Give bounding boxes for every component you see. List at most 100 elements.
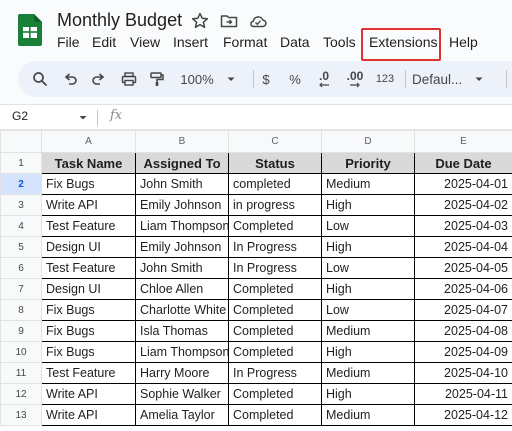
cell-priority[interactable]: Medium bbox=[321, 404, 415, 426]
cell-task[interactable]: Write API bbox=[41, 404, 136, 426]
cell-status[interactable]: Completed bbox=[228, 383, 322, 405]
cell-priority[interactable]: High bbox=[321, 278, 415, 300]
cell-priority[interactable]: Medium bbox=[321, 362, 415, 384]
cell-due-date[interactable]: 2025-04-01 bbox=[414, 173, 512, 195]
font-select[interactable]: Defaul... bbox=[412, 61, 492, 97]
cell-status[interactable]: In Progress bbox=[228, 362, 322, 384]
search-menus-icon[interactable] bbox=[28, 61, 52, 97]
cell-priority[interactable]: Medium bbox=[321, 173, 415, 195]
cell-assignee[interactable]: Chloe Allen bbox=[135, 278, 229, 300]
cell-due-date[interactable]: 2025-04-05 bbox=[414, 257, 512, 279]
cell-status[interactable]: in progress bbox=[228, 194, 322, 216]
row-header[interactable]: 2 bbox=[0, 173, 42, 195]
row-header[interactable]: 3 bbox=[0, 194, 42, 216]
cell-status[interactable]: Completed bbox=[228, 404, 322, 426]
row-header[interactable]: 9 bbox=[0, 320, 42, 342]
cell-due-date[interactable]: 2025-04-09 bbox=[414, 341, 512, 363]
cell-task[interactable]: Write API bbox=[41, 383, 136, 405]
column-header-c[interactable]: C bbox=[228, 130, 322, 153]
cell-task[interactable]: Write API bbox=[41, 194, 136, 216]
menu-file[interactable]: File bbox=[57, 34, 80, 50]
cell-assignee[interactable]: Liam Thompson bbox=[135, 341, 229, 363]
increase-decimal-button[interactable]: .00 bbox=[341, 61, 369, 97]
row-header[interactable]: 8 bbox=[0, 299, 42, 321]
menu-help[interactable]: Help bbox=[449, 34, 478, 50]
cell-assignee[interactable]: Charlotte White bbox=[135, 299, 229, 321]
cell-assignee[interactable]: John Smith bbox=[135, 173, 229, 195]
redo-icon[interactable] bbox=[87, 61, 111, 97]
cell-task[interactable]: Fix Bugs bbox=[41, 341, 136, 363]
menu-format[interactable]: Format bbox=[223, 34, 267, 50]
cell-due-date[interactable]: 2025-04-02 bbox=[414, 194, 512, 216]
cell-assignee[interactable]: Emily Johnson bbox=[135, 194, 229, 216]
undo-icon[interactable] bbox=[58, 61, 82, 97]
decrease-decimal-button[interactable]: .0 bbox=[313, 61, 335, 97]
cell-assignee[interactable]: Isla Thomas bbox=[135, 320, 229, 342]
name-box[interactable]: G2 bbox=[12, 109, 28, 123]
cell-task[interactable]: Test Feature bbox=[41, 362, 136, 384]
print-icon[interactable] bbox=[117, 61, 141, 97]
row-header[interactable]: 7 bbox=[0, 278, 42, 300]
row-header[interactable]: 11 bbox=[0, 362, 42, 384]
cell-assignee[interactable]: Sophie Walker bbox=[135, 383, 229, 405]
row-header[interactable]: 5 bbox=[0, 236, 42, 258]
cell-status[interactable]: Completed bbox=[228, 215, 322, 237]
cell-task[interactable]: Fix Bugs bbox=[41, 299, 136, 321]
cell-task[interactable]: Test Feature bbox=[41, 215, 136, 237]
cell-task[interactable]: Design UI bbox=[41, 278, 136, 300]
cell-due-date[interactable]: 2025-04-12 bbox=[414, 404, 512, 426]
more-formats-button[interactable]: 123 bbox=[373, 61, 397, 97]
document-title[interactable]: Monthly Budget bbox=[57, 10, 182, 31]
header-cell-task[interactable]: Task Name bbox=[41, 152, 136, 174]
cell-due-date[interactable]: 2025-04-07 bbox=[414, 299, 512, 321]
header-cell-status[interactable]: Status bbox=[228, 152, 322, 174]
cell-status[interactable]: Completed bbox=[228, 320, 322, 342]
column-header-a[interactable]: A bbox=[41, 130, 136, 153]
cell-priority[interactable]: High bbox=[321, 383, 415, 405]
row-header[interactable]: 4 bbox=[0, 215, 42, 237]
cell-status[interactable]: In Progress bbox=[228, 257, 322, 279]
zoom-select[interactable]: 100% bbox=[178, 61, 238, 97]
sheets-logo-icon[interactable] bbox=[18, 14, 42, 46]
cloud-status-icon[interactable] bbox=[248, 11, 268, 31]
menu-edit[interactable]: Edit bbox=[92, 34, 116, 50]
cell-due-date[interactable]: 2025-04-10 bbox=[414, 362, 512, 384]
cell-task[interactable]: Test Feature bbox=[41, 257, 136, 279]
cell-priority[interactable]: High bbox=[321, 341, 415, 363]
cell-priority[interactable]: High bbox=[321, 194, 415, 216]
row-header[interactable]: 12 bbox=[0, 383, 42, 405]
cell-task[interactable]: Fix Bugs bbox=[41, 320, 136, 342]
header-cell-due-date[interactable]: Due Date bbox=[414, 152, 512, 174]
chevron-down-icon[interactable] bbox=[78, 113, 88, 123]
column-header-e[interactable]: E bbox=[414, 130, 512, 153]
cell-priority[interactable]: Low bbox=[321, 215, 415, 237]
move-to-folder-icon[interactable] bbox=[219, 11, 239, 31]
cell-priority[interactable]: Low bbox=[321, 257, 415, 279]
cell-assignee[interactable]: Amelia Taylor bbox=[135, 404, 229, 426]
column-header-b[interactable]: B bbox=[135, 130, 229, 153]
paint-format-icon[interactable] bbox=[145, 61, 169, 97]
menu-view[interactable]: View bbox=[130, 34, 160, 50]
select-all-corner[interactable] bbox=[0, 130, 42, 153]
cell-priority[interactable]: Low bbox=[321, 299, 415, 321]
cell-assignee[interactable]: Liam Thompson bbox=[135, 215, 229, 237]
cell-due-date[interactable]: 2025-04-03 bbox=[414, 215, 512, 237]
row-header[interactable]: 10 bbox=[0, 341, 42, 363]
menu-tools[interactable]: Tools bbox=[323, 34, 356, 50]
cell-status[interactable]: In Progress bbox=[228, 236, 322, 258]
cell-assignee[interactable]: Harry Moore bbox=[135, 362, 229, 384]
cell-status[interactable]: Completed bbox=[228, 299, 322, 321]
cell-priority[interactable]: Medium bbox=[321, 320, 415, 342]
menu-data[interactable]: Data bbox=[280, 34, 310, 50]
row-header[interactable]: 1 bbox=[0, 152, 42, 174]
header-cell-priority[interactable]: Priority bbox=[321, 152, 415, 174]
header-cell-assignee[interactable]: Assigned To bbox=[135, 152, 229, 174]
cell-task[interactable]: Design UI bbox=[41, 236, 136, 258]
cell-assignee[interactable]: Emily Johnson bbox=[135, 236, 229, 258]
cell-due-date[interactable]: 2025-04-06 bbox=[414, 278, 512, 300]
cell-status[interactable]: Completed bbox=[228, 278, 322, 300]
cell-due-date[interactable]: 2025-04-04 bbox=[414, 236, 512, 258]
row-header[interactable]: 13 bbox=[0, 404, 42, 426]
percent-format-button[interactable]: % bbox=[286, 61, 304, 97]
cell-assignee[interactable]: John Smith bbox=[135, 257, 229, 279]
